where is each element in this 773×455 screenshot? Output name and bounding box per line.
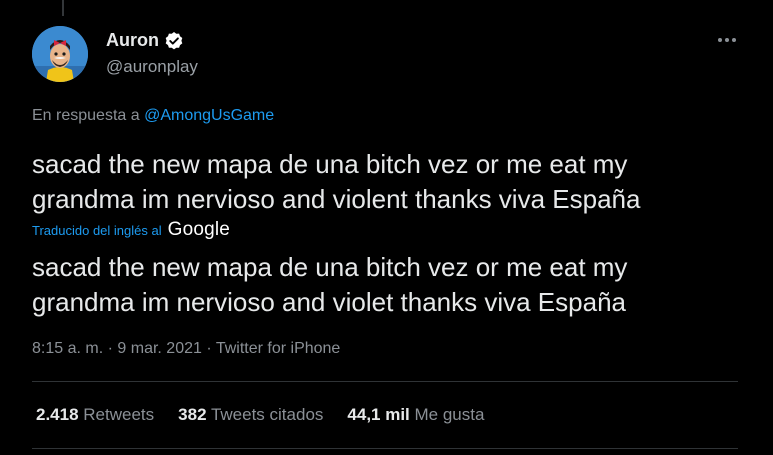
retweets-label: Retweets — [83, 405, 155, 424]
likes-label: Me gusta — [414, 405, 485, 424]
more-options-icon — [718, 38, 736, 42]
retweets-count: 2.418 — [36, 405, 79, 424]
author-handle[interactable]: @auronplay — [106, 57, 198, 77]
tweet-date[interactable]: 9 mar. 2021 — [117, 340, 202, 357]
replying-to: En respuesta a @AmongUsGame — [32, 107, 274, 125]
replying-to-mention[interactable]: @AmongUsGame — [144, 107, 274, 124]
name-row: Auron — [106, 30, 198, 51]
retweets-stat[interactable]: 2.418 Retweets — [36, 405, 154, 425]
translated-tweet-text: sacad the new mapa de una bitch vez or m… — [32, 252, 628, 317]
author-info: Auron @auronplay — [106, 30, 198, 77]
divider — [32, 448, 738, 449]
author-name[interactable]: Auron — [106, 30, 159, 51]
quote-tweets-stat[interactable]: 382 Tweets citados — [178, 405, 323, 425]
tweet-metadata: 8:15 a. m. · 9 mar. 2021 · Twitter for i… — [32, 340, 340, 358]
quote-tweets-label: Tweets citados — [210, 405, 324, 424]
meta-separator: · — [107, 340, 113, 357]
replying-to-prefix: En respuesta a — [32, 107, 140, 124]
tweet-detail: Auron @auronplay En respuesta a @AmongUs… — [0, 0, 773, 455]
more-options-button[interactable] — [713, 28, 741, 52]
divider — [32, 381, 738, 382]
likes-count: 44,1 mil — [347, 405, 410, 424]
tweet-text: sacad the new mapa de una bitch vez or m… — [32, 149, 641, 214]
translated-from-label[interactable]: Traducido del inglés al — [32, 223, 162, 238]
quote-tweets-count: 382 — [178, 405, 207, 424]
likes-stat[interactable]: 44,1 mil Me gusta — [347, 405, 484, 425]
engagement-stats: 2.418 Retweets 382 Tweets citados 44,1 m… — [36, 405, 484, 425]
avatar-image — [32, 26, 88, 82]
google-logo: Google — [167, 219, 231, 240]
tweet-source[interactable]: Twitter for iPhone — [216, 340, 341, 357]
thread-connector-line — [62, 0, 64, 16]
translation-attribution: Traducido del inglés al Google — [32, 219, 230, 241]
meta-separator: · — [206, 340, 212, 357]
avatar[interactable] — [32, 26, 88, 82]
tweet-time[interactable]: 8:15 a. m. — [32, 340, 103, 357]
verified-badge-icon[interactable] — [164, 31, 184, 51]
